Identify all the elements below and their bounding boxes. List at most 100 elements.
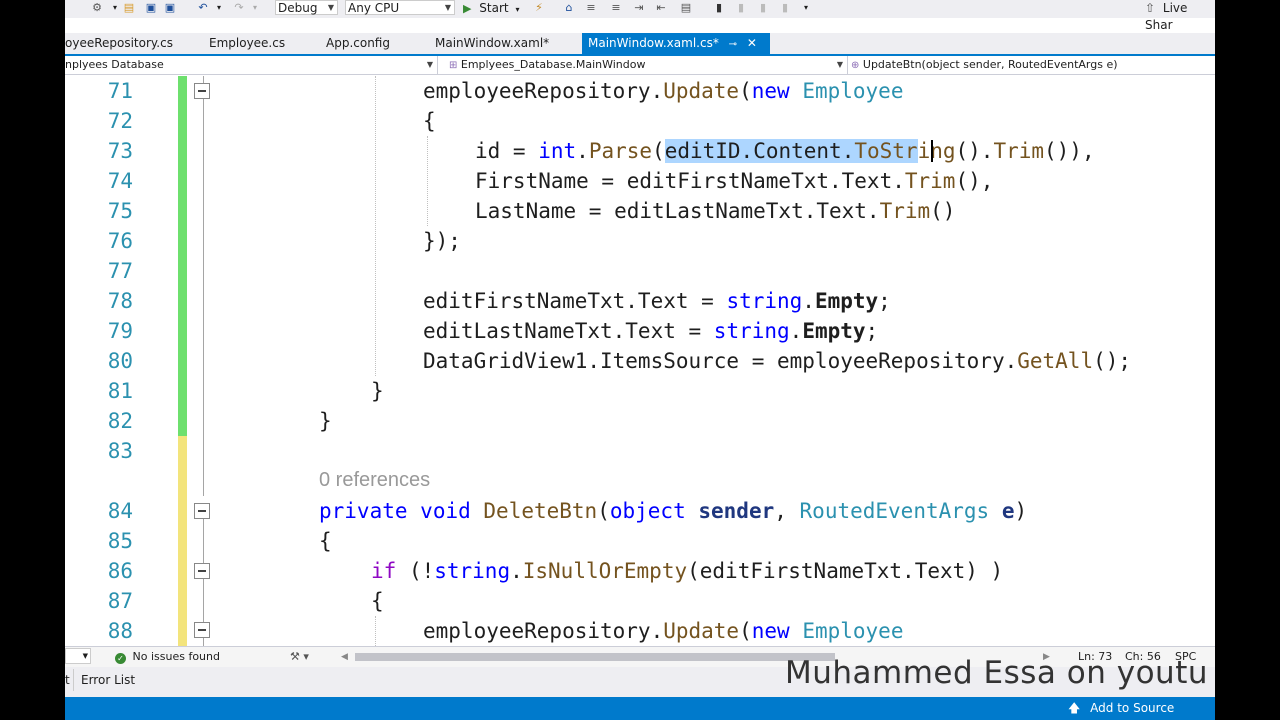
project-dropdown[interactable]: nplyees Database ▼ [65,56,438,74]
tab-label: Employee.cs [209,36,286,50]
uncomment-icon[interactable]: ≡ [610,2,622,14]
line-number: 77 [107,259,133,283]
open-folder-icon[interactable]: ▤ [123,2,135,14]
undo-icon[interactable]: ↶ [197,2,209,14]
home-icon[interactable]: ⌂ [563,2,575,14]
configuration-value: Debug [278,1,318,15]
line-number: 80 [107,349,133,373]
code-line[interactable]: } [319,406,332,436]
code-line[interactable]: if (!string.IsNullOrEmpty(editFirstNameT… [371,556,1003,586]
bookmark-icon[interactable]: ▮ [713,2,725,14]
line-number: 72 [107,109,133,133]
code-line[interactable]: }); [423,226,461,256]
line-number: 82 [107,409,133,433]
chevron-down-icon: ▼ [444,3,451,12]
line-number: 73 [107,139,133,163]
line-number: 87 [107,589,133,613]
type-dropdown[interactable]: ⊞ Emplyees_Database.MainWindow ▼ [443,56,848,74]
tab-employee-repository[interactable]: oyeeRepository.cs [65,33,173,54]
line-number: 71 [107,79,133,103]
dropdown-arrow-icon[interactable]: ▾ [109,2,121,14]
next-bookmark-icon[interactable]: ▮ [757,2,769,14]
source-control-label: Add to Source Control [1090,701,1175,715]
new-project-icon[interactable]: ⚙ [91,2,103,14]
member-dropdown[interactable]: ⊕ UpdateBtn(object sender, RoutedEventAr… [847,56,1215,74]
unsaved-change-marker [178,436,187,646]
tab-mainwindow-xaml-cs[interactable]: MainWindow.xaml.cs* ⊸ ✕ [582,33,770,54]
redo-dropdown-icon[interactable]: ▾ [249,2,261,14]
browser-link-icon[interactable]: ⚡ [533,2,545,14]
navigation-bar: nplyees Database ▼ ⊞ Emplyees_Database.M… [65,56,1215,75]
check-icon: ✓ [115,653,126,664]
line-number: 85 [107,529,133,553]
undo-dropdown-icon[interactable]: ▾ [213,2,225,14]
outline-guide [203,76,204,496]
code-line[interactable]: id = int.Parse(editID.Content.ToString()… [475,136,1095,166]
collapse-icon[interactable] [194,563,210,579]
pin-icon[interactable]: ⊸ [729,39,737,50]
code-line[interactable]: DataGridView1.ItemsSource = employeeRepo… [423,346,1131,376]
tab-mainwindow-xaml[interactable]: MainWindow.xaml* [435,33,549,54]
toolbar-overflow-icon[interactable]: ▾ [800,2,812,14]
zoom-dropdown[interactable]: ▼ [65,648,91,664]
line-number: 84 [107,499,133,523]
line-number: 79 [107,319,133,343]
collapse-icon[interactable] [194,503,210,519]
class-name: Emplyees_Database.MainWindow [460,58,646,71]
brush-icon[interactable]: ⚒ ▾ [290,649,309,665]
line-number: 78 [107,289,133,313]
redo-icon[interactable]: ↷ [233,2,245,14]
outdent-icon[interactable]: ⇤ [655,2,667,14]
indent-icon[interactable]: ⇥ [633,2,645,14]
tab-app-config[interactable]: App.config [326,33,390,54]
code-line[interactable]: editFirstNameTxt.Text = string.Empty; [423,286,891,316]
line-number: 81 [107,379,133,403]
solution-platform-select[interactable]: Any CPU ▼ [345,0,455,15]
chevron-down-icon: ▼ [327,3,334,12]
save-all-icon[interactable]: ▣ [164,2,176,14]
comment-icon[interactable]: ≡ [585,2,597,14]
format-icon[interactable]: ▤ [680,2,692,14]
code-editor[interactable]: 71 72 73 74 75 76 77 78 79 80 81 82 83 8… [65,76,1215,646]
code-line[interactable]: editLastNameTxt.Text = string.Empty; [423,316,878,346]
tab-partial[interactable]: t [65,673,70,687]
code-line[interactable]: FirstName = editFirstNameTxt.Text.Trim()… [475,166,993,196]
error-list-tab[interactable]: Error List [81,673,135,687]
collapse-icon[interactable] [194,622,210,638]
chevron-down-icon: ▼ [836,60,843,69]
indent-guide [427,136,428,226]
tab-employee[interactable]: Employee.cs [209,33,285,54]
prev-bookmark-icon[interactable]: ▮ [735,2,747,14]
line-number: 86 [107,559,133,583]
solution-configuration-select[interactable]: Debug ▼ [275,0,338,15]
code-line[interactable]: private void DeleteBtn(object sender, Ro… [319,496,1027,526]
share-icon: ⇧ [1145,1,1156,15]
code-line[interactable]: employeeRepository.Update(new Employee [423,616,903,646]
visual-studio-window: ⚙ ▾ ▤ ▣ ▣ ↶ ▾ ↷ ▾ Debug ▼ Any CPU ▼ ▶ St… [65,0,1215,720]
platform-value: Any CPU [348,1,400,15]
code-line[interactable]: } [371,376,384,406]
code-line[interactable]: { [423,106,436,136]
collapse-icon[interactable] [194,83,210,99]
line-number: 83 [107,439,133,463]
codelens-references[interactable]: 0 references [319,465,430,495]
code-line[interactable]: LastName = editLastNameTxt.Text.Trim() [475,196,955,226]
code-line[interactable]: { [319,526,332,556]
start-label: Start [479,1,509,15]
start-debugging-button[interactable]: ▶ Start ▾ [463,0,519,18]
code-line[interactable]: { [371,586,384,616]
scroll-left-icon[interactable]: ◀ [341,649,348,665]
clear-bookmarks-icon[interactable]: ▮ [779,2,791,14]
save-icon[interactable]: ▣ [145,2,157,14]
indent-guide [375,76,376,376]
issues-indicator[interactable]: ✓ No issues found [115,649,220,665]
project-name: nplyees Database [65,58,164,71]
add-to-source-control-button[interactable]: 🡅 Add to Source Control [1068,697,1215,720]
line-number: 76 [107,229,133,253]
code-line[interactable]: employeeRepository.Update(new Employee [423,76,903,106]
close-icon[interactable]: ✕ [747,36,757,50]
method-icon: ⊕ [851,60,860,71]
line-number: 88 [107,619,133,643]
scrollbar-thumb[interactable] [355,653,835,661]
live-share-button[interactable]: ⇧ Live Shar [1145,0,1215,32]
